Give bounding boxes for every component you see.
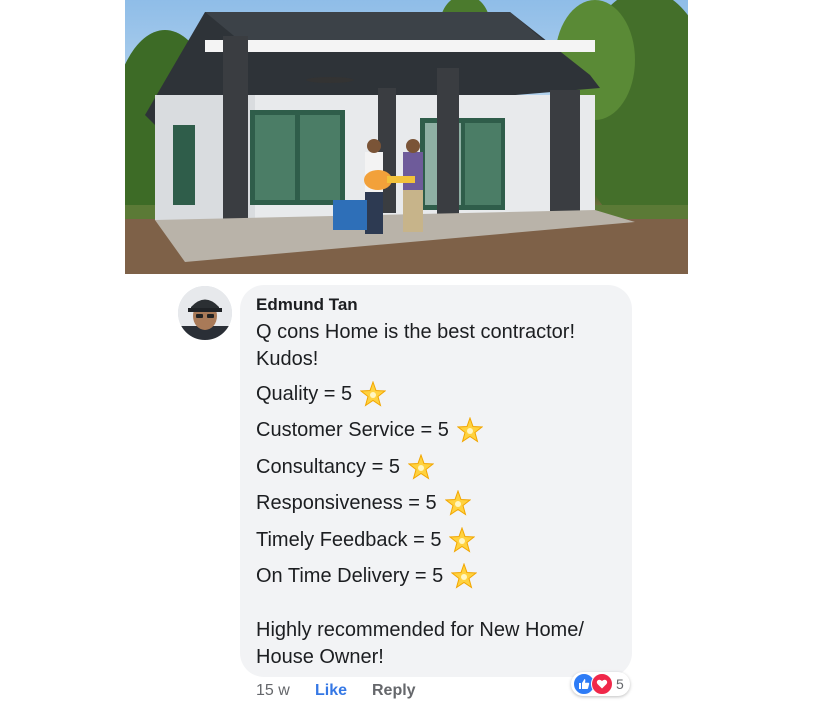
comment-text-line: Q cons Home is the best contractor!	[256, 321, 576, 343]
glowing-star-icon	[449, 527, 476, 553]
reaction-summary[interactable]: 5	[571, 672, 630, 696]
profile-picture	[178, 286, 232, 340]
comment-closing-line: House Owner!	[256, 646, 384, 668]
rating-label: Consultancy = 5	[256, 455, 400, 478]
glowing-star-icon	[456, 417, 483, 443]
rating-label: Responsiveness = 5	[256, 491, 437, 514]
comment-timestamp[interactable]: 15 w	[256, 682, 290, 700]
rating-responsiveness: Responsiveness = 5	[256, 490, 471, 516]
glowing-star-icon	[451, 563, 478, 589]
like-button[interactable]: Like	[315, 682, 347, 700]
avatar[interactable]	[178, 286, 232, 340]
rating-on-time-delivery: On Time Delivery = 5	[256, 563, 478, 589]
heart-icon	[591, 673, 613, 695]
reply-button[interactable]: Reply	[372, 682, 416, 700]
rating-label: Timely Feedback = 5	[256, 528, 442, 551]
reaction-count: 5	[616, 676, 624, 692]
rating-label: Customer Service = 5	[256, 418, 449, 441]
rating-quality: Quality = 5	[256, 381, 387, 407]
house-illustration	[125, 0, 688, 274]
comment-text-line: Kudos!	[256, 348, 319, 370]
glowing-star-icon	[407, 454, 434, 480]
comment-closing-line: Highly recommended for New Home/	[256, 619, 584, 641]
rating-label: On Time Delivery = 5	[256, 564, 444, 587]
glowing-star-icon	[360, 381, 387, 407]
rating-customer-service: Customer Service = 5	[256, 417, 483, 443]
house-photo[interactable]	[125, 0, 688, 274]
rating-timely-feedback: Timely Feedback = 5	[256, 527, 476, 553]
comment-bubble: Edmund Tan Q cons Home is the best contr…	[240, 285, 632, 677]
comment-author[interactable]: Edmund Tan	[256, 295, 358, 315]
glowing-star-icon	[444, 490, 471, 516]
rating-consultancy: Consultancy = 5	[256, 454, 434, 480]
rating-label: Quality = 5	[256, 382, 353, 405]
